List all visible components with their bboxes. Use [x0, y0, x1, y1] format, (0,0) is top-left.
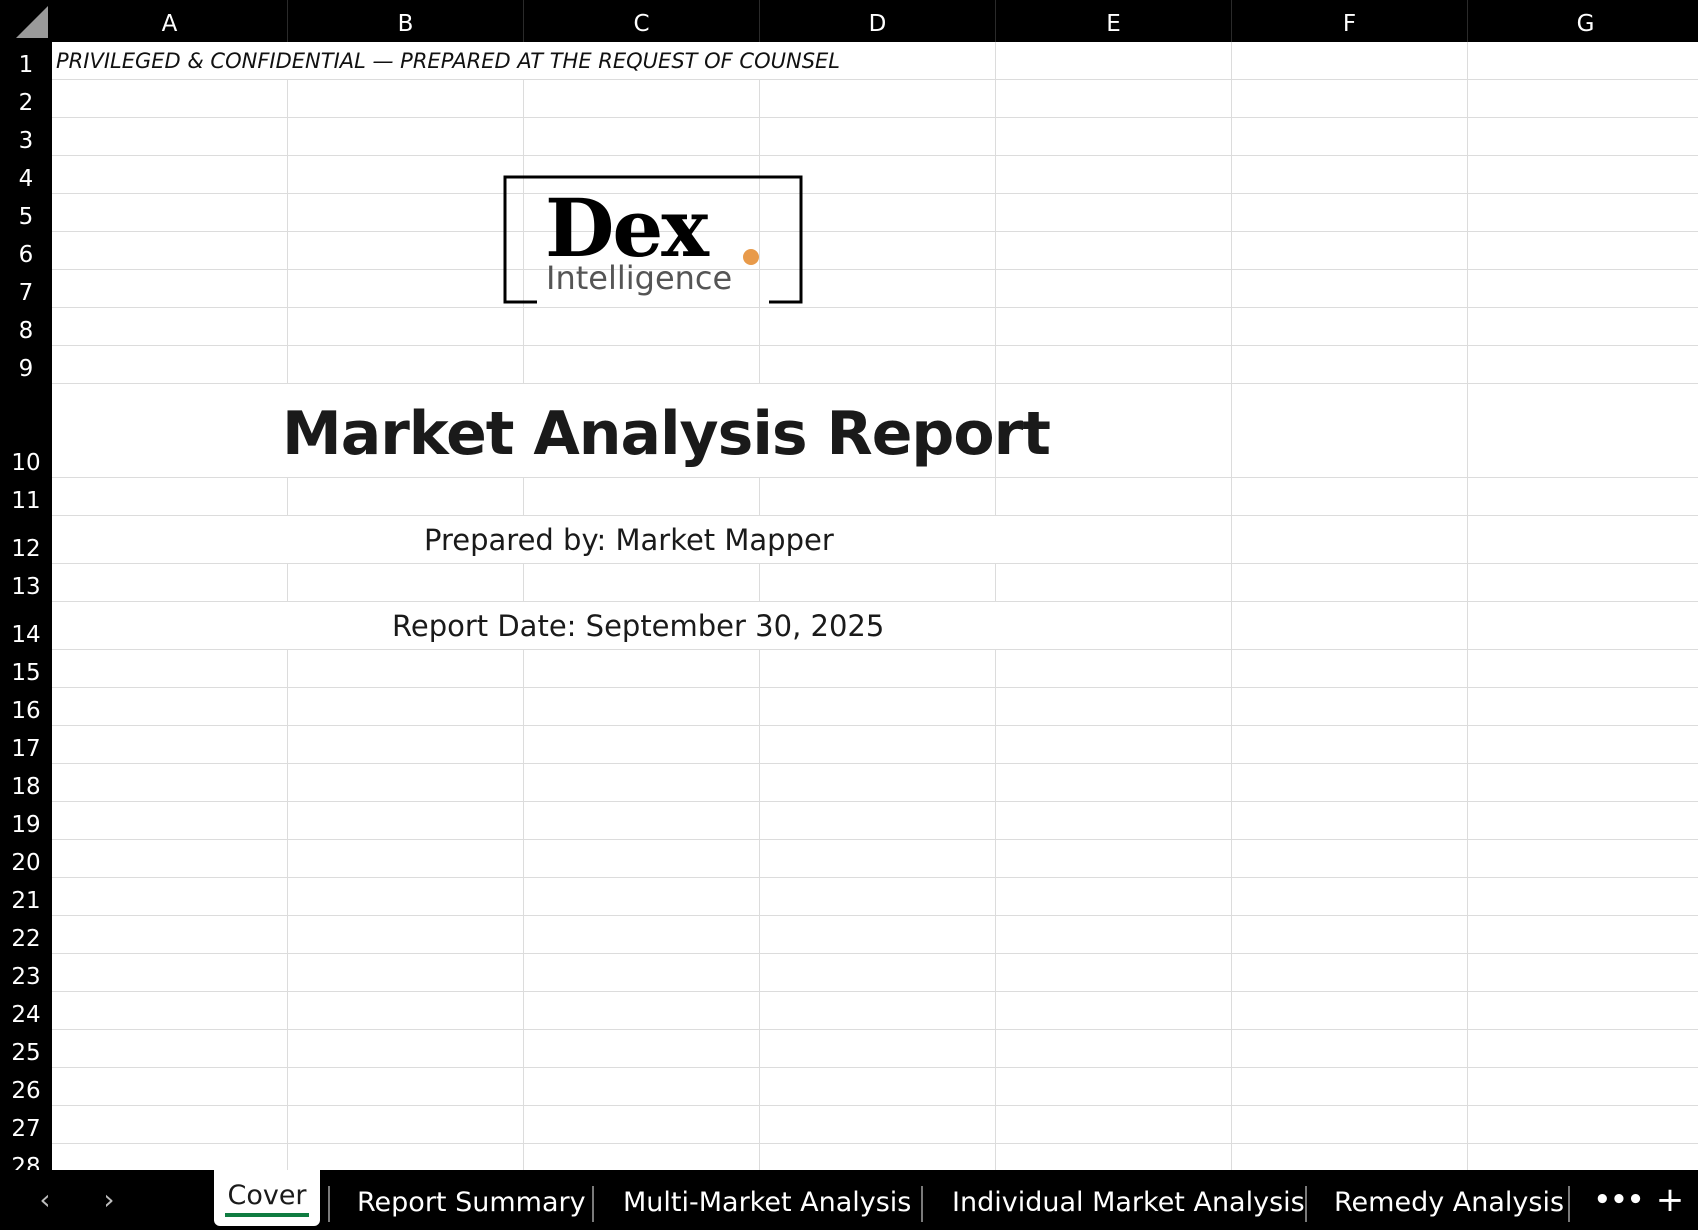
tab-separator — [328, 1186, 330, 1222]
company-logo[interactable]: Dex Intelligence — [503, 175, 803, 305]
gridline — [52, 763, 1698, 764]
gridline — [52, 1105, 1698, 1106]
prepared-by-cell: Prepared by: Market Mapper — [52, 516, 1234, 564]
tab-multi-market-analysis[interactable]: Multi-Market Analysis — [623, 1170, 911, 1230]
tab-report-summary[interactable]: Report Summary — [357, 1170, 586, 1230]
row-header[interactable]: 20 — [0, 840, 52, 878]
prepared-by-text: Prepared by: Market Mapper — [424, 523, 834, 557]
scroll-tabs-left-icon[interactable]: ‹ — [30, 1182, 60, 1218]
gridline — [52, 839, 1698, 840]
gridline — [52, 687, 1698, 688]
add-sheet-icon[interactable]: + — [1655, 1170, 1685, 1230]
row-header[interactable]: 1 — [0, 42, 52, 80]
tab-remedy-analysis[interactable]: Remedy Analysis — [1334, 1170, 1564, 1230]
sheet-tab-bar: ‹ › Cover Report Summary Multi-Market An… — [0, 1170, 1698, 1230]
gridline — [1467, 42, 1468, 1170]
gridline — [52, 269, 1698, 270]
row-header[interactable]: 9 — [0, 346, 52, 384]
gridline — [52, 801, 1698, 802]
gridline — [52, 877, 1698, 878]
tab-individual-market-analysis[interactable]: Individual Market Analysis — [952, 1170, 1305, 1230]
gridline — [52, 1143, 1698, 1144]
row-header[interactable]: 27 — [0, 1106, 52, 1144]
row-header[interactable]: 14 — [0, 602, 52, 650]
gridline — [52, 953, 1698, 954]
row-header[interactable]: 11 — [0, 478, 52, 516]
gridline — [52, 1029, 1698, 1030]
column-header-a[interactable]: A — [52, 0, 288, 42]
row-header[interactable]: 5 — [0, 194, 52, 232]
gridline — [1231, 42, 1232, 1170]
gridline — [52, 915, 1698, 916]
gridline — [52, 725, 1698, 726]
report-title: Market Analysis Report — [282, 399, 1051, 469]
column-header-f[interactable]: F — [1232, 0, 1468, 42]
row-header[interactable]: 13 — [0, 564, 52, 602]
row-header[interactable]: 8 — [0, 308, 52, 346]
row-header[interactable]: 24 — [0, 992, 52, 1030]
confidential-banner: PRIVILEGED & CONFIDENTIAL — PREPARED AT … — [56, 49, 841, 73]
gridline — [52, 117, 1698, 118]
row-header-column: 1 2 3 4 5 6 7 8 9 10 11 12 13 14 15 16 1… — [0, 42, 52, 1170]
gridline — [52, 991, 1698, 992]
tab-cover[interactable]: Cover — [214, 1170, 320, 1226]
select-all-corner[interactable] — [0, 0, 52, 42]
tab-separator — [592, 1186, 594, 1222]
row-header[interactable]: 4 — [0, 156, 52, 194]
report-date-text: Report Date: September 30, 2025 — [392, 609, 885, 643]
cell-grid[interactable]: PRIVILEGED & CONFIDENTIAL — PREPARED AT … — [52, 42, 1698, 1170]
column-header-e[interactable]: E — [996, 0, 1232, 42]
gridline — [52, 79, 1698, 80]
row-header[interactable]: 28 — [0, 1144, 52, 1170]
tab-separator — [1305, 1186, 1307, 1222]
row-header[interactable]: 15 — [0, 650, 52, 688]
more-tabs-icon[interactable]: ••• — [1594, 1170, 1644, 1230]
row-header[interactable]: 21 — [0, 878, 52, 916]
select-all-icon — [16, 6, 48, 38]
tab-cover-label: Cover — [225, 1179, 309, 1217]
row-header[interactable]: 16 — [0, 688, 52, 726]
gridline — [52, 345, 1698, 346]
column-header-d[interactable]: D — [760, 0, 996, 42]
row-header[interactable]: 3 — [0, 118, 52, 156]
row-header[interactable]: 2 — [0, 80, 52, 118]
row-header[interactable]: 26 — [0, 1068, 52, 1106]
row-header[interactable]: 7 — [0, 270, 52, 308]
logo-subtitle: Intelligence — [546, 259, 733, 297]
row-header[interactable]: 10 — [0, 384, 52, 478]
tab-separator — [921, 1186, 923, 1222]
gridline — [52, 1067, 1698, 1068]
gridline — [52, 231, 1698, 232]
column-header-g[interactable]: G — [1468, 0, 1698, 42]
tab-separator — [1568, 1186, 1570, 1222]
gridline — [52, 307, 1698, 308]
column-header-b[interactable]: B — [288, 0, 524, 42]
gridline — [52, 155, 1698, 156]
row-header[interactable]: 22 — [0, 916, 52, 954]
column-header-bar: A B C D E F G — [0, 0, 1698, 42]
row-header[interactable]: 18 — [0, 764, 52, 802]
row-header[interactable]: 19 — [0, 802, 52, 840]
logo-dot-icon — [743, 249, 759, 265]
row-header[interactable]: 23 — [0, 954, 52, 992]
gridline — [52, 193, 1698, 194]
scroll-tabs-right-icon[interactable]: › — [94, 1182, 124, 1218]
row-header[interactable]: 6 — [0, 232, 52, 270]
row-header[interactable]: 17 — [0, 726, 52, 764]
row-header[interactable]: 25 — [0, 1030, 52, 1068]
row-header[interactable]: 12 — [0, 516, 52, 564]
column-header-c[interactable]: C — [524, 0, 760, 42]
